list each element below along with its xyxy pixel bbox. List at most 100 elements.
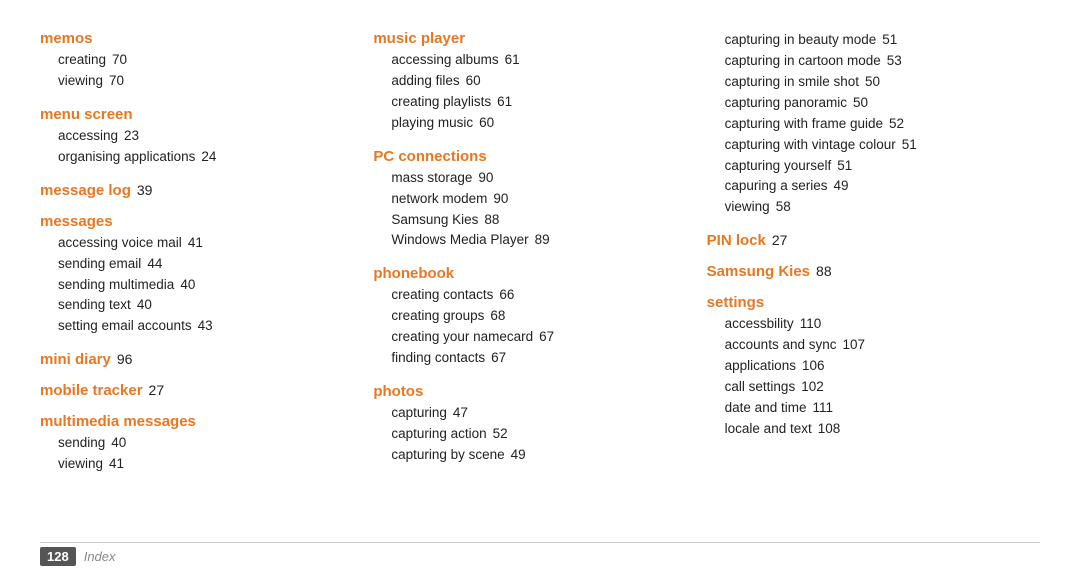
item-text: capturing in beauty mode — [725, 32, 877, 47]
list-item: creating groups68 — [373, 306, 686, 327]
section-title: PC connections — [373, 148, 686, 165]
list-item: Windows Media Player89 — [373, 230, 686, 251]
list-item: capturing in beauty mode51 — [707, 30, 1020, 51]
item-text: network modem — [391, 191, 487, 206]
item-number: 111 — [812, 400, 833, 415]
list-item: organising applications24 — [40, 147, 353, 168]
section: message log 39 — [40, 182, 353, 199]
list-item: viewing41 — [40, 454, 353, 475]
item-number: 52 — [493, 426, 508, 441]
item-text: accessing — [58, 128, 118, 143]
item-text: creating playlists — [391, 94, 491, 109]
list-item: capturing47 — [373, 403, 686, 424]
item-number: 41 — [188, 235, 203, 250]
item-number: 107 — [842, 337, 865, 352]
section-title: multimedia messages — [40, 413, 353, 430]
list-item: capturing in smile shot 50 — [707, 72, 1020, 93]
section-title: menu screen — [40, 106, 353, 123]
item-text: locale and text — [725, 421, 812, 436]
item-text: capturing — [391, 405, 447, 420]
section: Samsung Kies88 — [707, 263, 1020, 280]
list-item: accessing23 — [40, 126, 353, 147]
item-text: adding files — [391, 73, 459, 88]
section-title: messages — [40, 213, 353, 230]
section: capturing in beauty mode51capturing in c… — [707, 30, 1020, 218]
columns: memoscreating70viewing70menu screenacces… — [40, 30, 1040, 532]
item-number: 50 — [865, 74, 880, 89]
item-text: capturing in smile shot — [725, 74, 859, 89]
item-number: 67 — [491, 350, 506, 365]
item-text: accessbility — [725, 316, 794, 331]
list-item: date and time111 — [707, 398, 1020, 419]
item-text: viewing — [58, 73, 103, 88]
item-number: 49 — [833, 178, 848, 193]
item-number: 70 — [112, 52, 127, 67]
item-number: 51 — [902, 137, 917, 152]
item-number: 51 — [837, 158, 852, 173]
section-title: PIN lock — [707, 232, 766, 249]
column-3: capturing in beauty mode51capturing in c… — [707, 30, 1040, 532]
item-number: 40 — [180, 277, 195, 292]
section: phonebook creating contacts 66 creating gro… — [373, 265, 686, 369]
list-item: sending email44 — [40, 254, 353, 275]
section-title: music player — [373, 30, 686, 47]
section-title: photos — [373, 383, 686, 400]
list-item: creating 70 — [40, 50, 353, 71]
item-text: sending — [58, 435, 105, 450]
section-number: 88 — [816, 263, 832, 279]
item-text: sending email — [58, 256, 141, 271]
list-item: sending multimedia40 — [40, 275, 353, 296]
list-item: capturing by scene49 — [373, 445, 686, 466]
item-text: accessing albums — [391, 52, 498, 67]
item-text: creating contacts — [391, 287, 493, 302]
item-number: 90 — [493, 191, 508, 206]
item-text: mass storage — [391, 170, 472, 185]
item-text: sending text — [58, 297, 131, 312]
section: mobile tracker27 — [40, 382, 353, 399]
list-item: capturing action52 — [373, 424, 686, 445]
item-text: call settings — [725, 379, 796, 394]
item-text: capturing yourself — [725, 158, 832, 173]
item-number: 40 — [137, 297, 152, 312]
section-title: phonebook — [373, 265, 686, 282]
section-title: message log — [40, 182, 131, 199]
section-title: mobile tracker — [40, 382, 143, 399]
list-item: Samsung Kies 88 — [373, 210, 686, 231]
list-item: accessing voice mail41 — [40, 233, 353, 254]
item-number: 108 — [818, 421, 841, 436]
item-text: setting email accounts — [58, 318, 192, 333]
item-number: 60 — [466, 73, 481, 88]
item-number: 61 — [497, 94, 512, 109]
item-number: 49 — [511, 447, 526, 462]
item-number: 66 — [499, 287, 514, 302]
list-item: capturing yourself 51 — [707, 156, 1020, 177]
list-item: capuring a series49 — [707, 176, 1020, 197]
item-number: 106 — [802, 358, 825, 373]
list-item: accounts and sync107 — [707, 335, 1020, 356]
item-number: 60 — [479, 115, 494, 130]
list-item: locale and text 108 — [707, 419, 1020, 440]
item-number: 52 — [889, 116, 904, 131]
item-number: 88 — [484, 212, 499, 227]
item-number: 90 — [478, 170, 493, 185]
list-item: setting email accounts43 — [40, 316, 353, 337]
list-item: viewing58 — [707, 197, 1020, 218]
section: photoscapturing47capturing action52captu… — [373, 383, 686, 466]
item-text: capturing with frame guide — [725, 116, 883, 131]
section: memoscreating70viewing70 — [40, 30, 353, 92]
item-text: capturing panoramic — [725, 95, 847, 110]
list-item: playing music60 — [373, 113, 686, 134]
column-1: memoscreating70viewing70menu screenacces… — [40, 30, 373, 532]
section-number: 27 — [772, 232, 788, 248]
list-item: creating contacts 66 — [373, 285, 686, 306]
list-item: capturing with frame guide 52 — [707, 114, 1020, 135]
item-text: viewing — [58, 456, 103, 471]
section-number: 39 — [137, 182, 153, 198]
section: PC connections mass storage 90 network mode… — [373, 148, 686, 252]
item-number: 53 — [887, 53, 902, 68]
item-text: creating your namecard — [391, 329, 533, 344]
item-text: creating — [58, 52, 106, 67]
page-number: 128 — [40, 547, 76, 566]
item-text: Samsung Kies — [391, 212, 478, 227]
item-text: finding contacts — [391, 350, 485, 365]
